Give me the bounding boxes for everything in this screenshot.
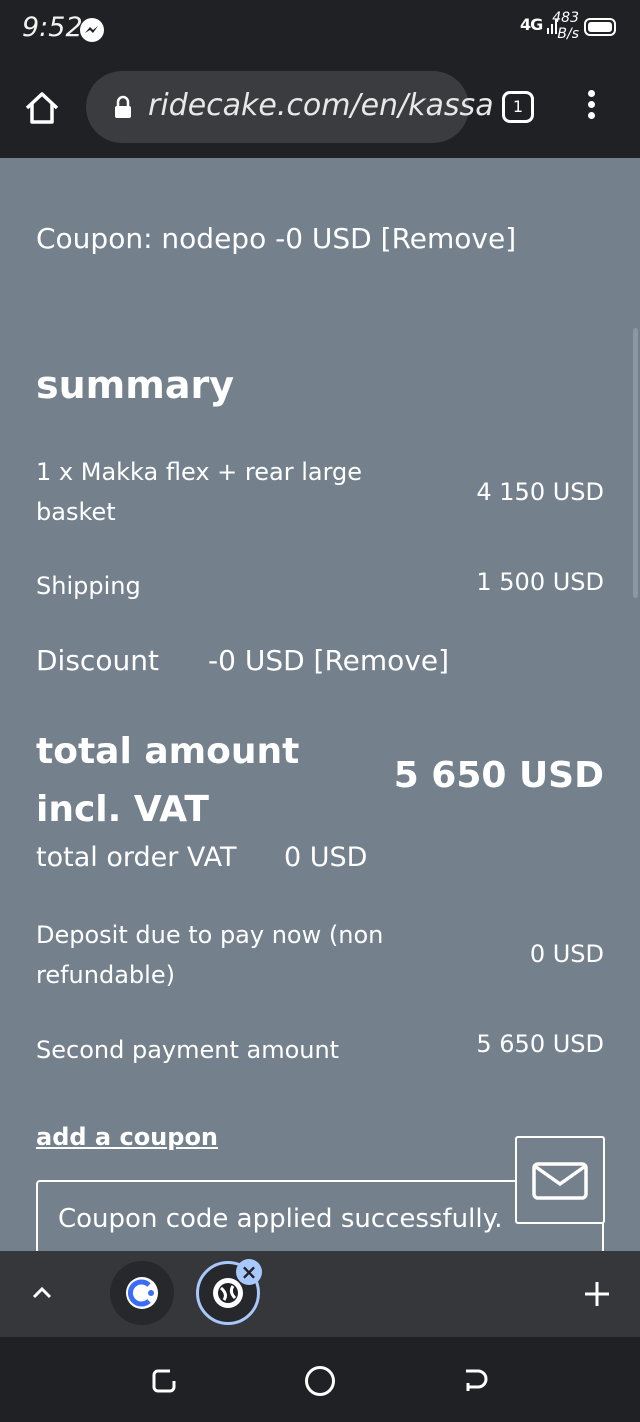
shipping-price: 1 500 USD [476, 568, 604, 596]
net-speed: 483 B/s [549, 10, 579, 42]
checkout-page: Coupon: nodepo -0 USD [Remove] summary 1… [0, 158, 640, 1251]
page-scrollbar[interactable] [633, 328, 638, 598]
add-coupon-link[interactable]: add a coupon [36, 1123, 218, 1151]
menu-icon[interactable] [580, 86, 602, 130]
vat-label: total order VAT [36, 842, 237, 873]
applied-coupon-line[interactable]: Coupon: nodepo -0 USD [Remove] [36, 222, 516, 255]
status-bar: 9:52 4G 483 B/s [0, 0, 640, 58]
network-type: 4G [520, 15, 543, 34]
battery-icon [584, 18, 616, 36]
discount-value[interactable]: -0 USD [Remove] [208, 644, 449, 677]
total-label: total amount incl. VAT [36, 731, 300, 830]
recent-apps-icon[interactable] [150, 1367, 178, 1395]
messenger-icon [80, 18, 104, 42]
net-speed-unit: B/s [557, 26, 579, 42]
total-price: 5 650 USD [393, 755, 604, 796]
new-tab-icon[interactable] [582, 1279, 612, 1309]
coupon-success-message: Coupon code applied successfully. [58, 1204, 503, 1234]
summary-heading: summary [36, 363, 235, 407]
deposit-label: Deposit due to pay now (non refundable) [36, 921, 384, 989]
chevron-up-icon[interactable] [30, 1281, 54, 1305]
second-payment-value: 5 650 USD [476, 1030, 604, 1058]
deposit-value: 0 USD [529, 940, 604, 968]
browser-toolbar: ridecake.com/en/kassa 1 [0, 58, 640, 158]
item-price: 4 150 USD [476, 478, 604, 506]
site-favicon-icon [126, 1277, 158, 1309]
lock-icon [114, 95, 132, 119]
system-navigation-bar [0, 1337, 640, 1422]
tab-strip: × [0, 1251, 640, 1337]
close-tab-icon[interactable]: × [236, 1259, 262, 1285]
tab-thumbnail-1[interactable] [110, 1261, 174, 1325]
vat-value: 0 USD [284, 842, 368, 873]
home-nav-icon[interactable] [305, 1366, 335, 1396]
mail-icon [532, 1162, 588, 1200]
tabs-icon[interactable]: 1 [502, 91, 534, 123]
net-speed-value: 483 [552, 10, 579, 26]
mail-button[interactable] [515, 1136, 605, 1224]
home-icon[interactable] [22, 88, 62, 128]
discount-label: Discount [36, 644, 159, 677]
item-label: 1 x Makka flex + rear large basket [36, 458, 363, 526]
second-payment-label: Second payment amount [36, 1036, 340, 1064]
back-icon[interactable] [462, 1367, 490, 1395]
url-text[interactable]: ridecake.com/en/kassa [148, 88, 494, 123]
address-bar[interactable]: ridecake.com/en/kassa [86, 71, 494, 143]
status-time: 9:52 [22, 12, 83, 43]
shipping-label: Shipping [36, 572, 141, 600]
